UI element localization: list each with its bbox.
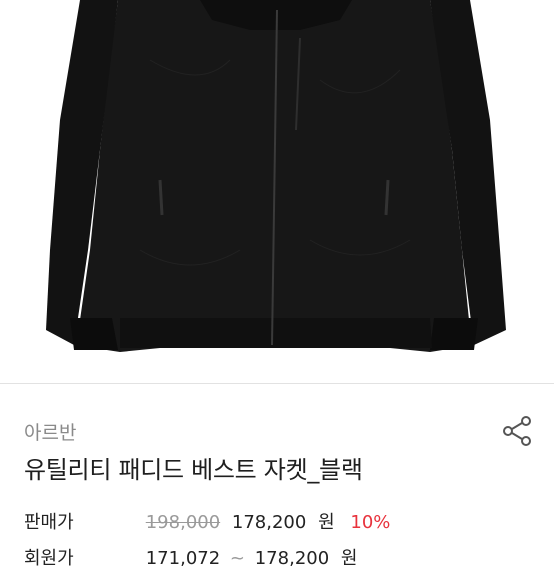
member-price-low: 171,072 [145,548,221,569]
sale-price-row: 판매가 198,000 178,200 원 10% [24,508,390,534]
member-price-row: 회원가 171,072 ~ 178,200 원 [24,544,357,570]
jacket-illustration [46,0,506,352]
sale-price: 178,200 [231,512,307,533]
product-title: 유틸리티 패디드 베스트 자켓_블랙 [24,456,363,484]
member-price-high: 178,200 [254,548,330,569]
original-price: 198,000 [145,512,221,533]
share-icon [503,416,531,446]
sale-currency: 원 [318,512,335,533]
product-image[interactable] [0,0,554,383]
member-currency: 원 [340,548,358,569]
discount-rate: 10% [350,512,391,533]
sale-price-label: 판매가 [24,512,74,533]
section-divider [0,383,554,384]
brand-name[interactable]: 아르반 [24,418,76,445]
member-price-label: 회원가 [24,548,74,569]
price-range-separator: ~ [229,548,245,569]
share-button[interactable] [500,413,536,449]
